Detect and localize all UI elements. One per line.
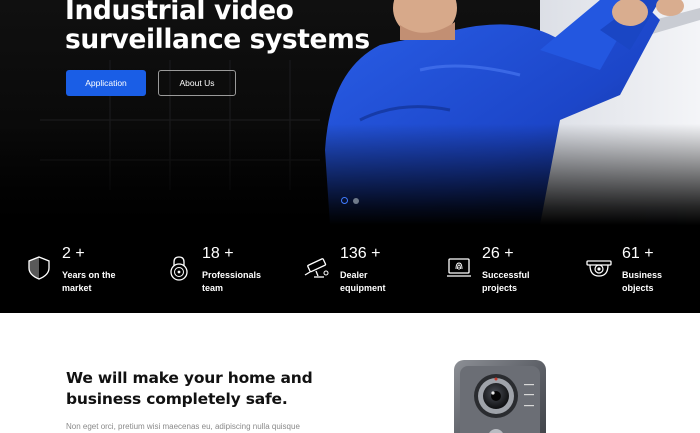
stat-label-line: Years on the <box>62 270 116 280</box>
stat-label-line: equipment <box>340 283 386 293</box>
stat-number: 61 + <box>622 245 654 262</box>
stat-label: Years on the market <box>62 269 142 295</box>
stat-label-line: projects <box>482 283 518 293</box>
hero-banner: Industrial video surveillance systems Ap… <box>0 0 700 225</box>
padlock-icon <box>170 256 188 281</box>
hero-title-line: surveillance systems <box>65 24 370 55</box>
stat-label-line: Business <box>622 270 663 280</box>
stat-label-line: Professionals <box>202 270 262 280</box>
stat-label: Professionals team <box>202 269 282 295</box>
slider-pagination <box>341 197 359 204</box>
security-camera-icon <box>304 258 329 278</box>
section-title-line: We will make your home and <box>66 369 313 387</box>
stat-label: Dealer equipment <box>340 269 420 295</box>
section-title: We will make your home and business comp… <box>66 368 326 410</box>
dome-camera-icon <box>586 260 612 277</box>
stat-number: 26 + <box>482 245 514 262</box>
shield-icon <box>28 256 50 280</box>
stat-number: 2 + <box>62 245 85 262</box>
about-us-button[interactable]: About Us <box>158 70 236 96</box>
about-section: We will make your home and business comp… <box>0 313 700 433</box>
stat-label-line: team <box>202 283 224 293</box>
stat-label-line: Successful <box>482 270 530 280</box>
stat-label-line: market <box>62 283 92 293</box>
section-title-line: business completely safe. <box>66 390 288 408</box>
section-paragraph: Non eget orci, pretium wisi maecenas eu,… <box>66 422 300 431</box>
slider-dot[interactable] <box>353 197 359 204</box>
stat-label-line: Dealer <box>340 270 368 280</box>
stat-label-line: objects <box>622 283 654 293</box>
stat-label: Successful projects <box>482 269 562 295</box>
hero-title-line: Industrial video <box>65 0 294 26</box>
application-button[interactable]: Application <box>66 70 146 96</box>
stats-bar: 2 + Years on the market 18 + Professiona… <box>0 225 700 313</box>
slider-dot-active[interactable] <box>341 197 348 204</box>
doorbell-camera-image <box>454 360 546 433</box>
stat-label: Business objects <box>622 269 700 295</box>
stat-number: 18 + <box>202 245 234 262</box>
fingerprint-laptop-icon <box>447 258 471 277</box>
hero-title: Industrial video surveillance systems <box>65 0 370 55</box>
stat-number: 136 + <box>340 245 381 262</box>
